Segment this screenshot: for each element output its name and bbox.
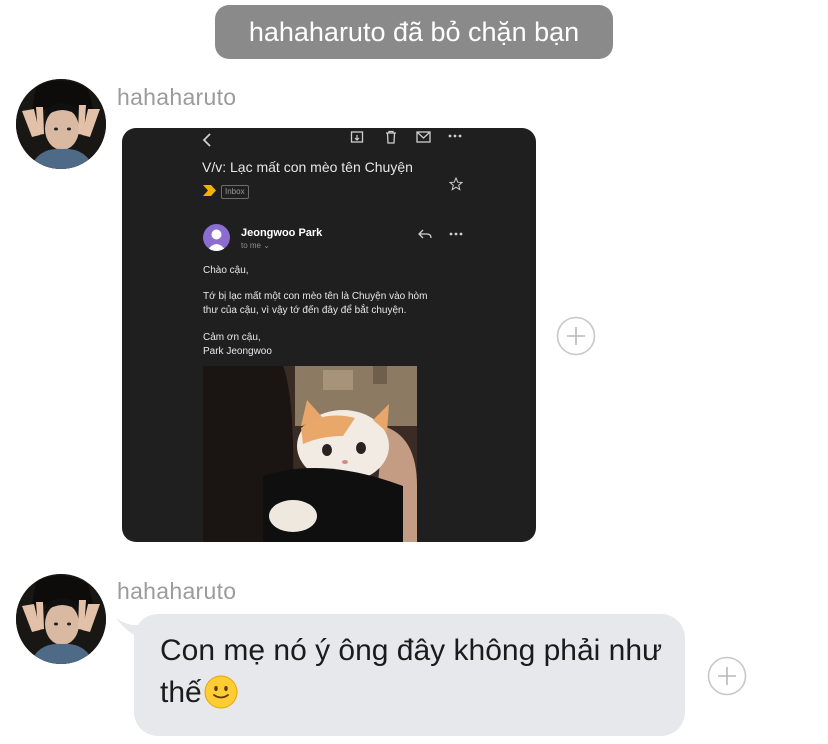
email-subject: V/v: Lạc mất con mèo tên Chuyện bbox=[202, 159, 413, 175]
cat-image bbox=[203, 366, 417, 542]
system-notice: hahaharuto đã bỏ chặn bạn bbox=[215, 5, 613, 59]
sender-avatar[interactable] bbox=[16, 79, 106, 169]
star-icon bbox=[449, 177, 463, 191]
inbox-label: Inbox bbox=[221, 185, 249, 199]
email-from: Jeongwoo Park bbox=[241, 227, 323, 239]
more-icon bbox=[448, 134, 462, 138]
back-icon bbox=[202, 133, 211, 147]
archive-icon bbox=[350, 131, 364, 143]
avatar-photo bbox=[16, 574, 106, 664]
email-to: to me ⌄ bbox=[241, 241, 270, 250]
mail-icon bbox=[416, 131, 431, 143]
add-reaction-button[interactable] bbox=[556, 316, 596, 356]
email-body-line: Park Jeongwoo bbox=[203, 346, 272, 357]
slightly-smiling-face-icon bbox=[204, 675, 238, 709]
reply-icon bbox=[418, 229, 432, 239]
email-body-line: Cảm ơn cậu, bbox=[203, 332, 261, 343]
sender-name: hahaharuto bbox=[117, 578, 237, 604]
person-icon bbox=[207, 229, 226, 251]
sender-avatar[interactable] bbox=[16, 574, 106, 664]
email-screenshot-image[interactable]: V/v: Lạc mất con mèo tên Chuyện Inbox Je… bbox=[122, 128, 536, 542]
more-icon bbox=[449, 232, 463, 236]
trash-icon bbox=[386, 130, 396, 144]
email-body-line: thư của cậu, vì vậy tớ đến đây để bắt ch… bbox=[203, 305, 407, 316]
email-body-line: Chào cậu, bbox=[203, 265, 249, 276]
add-reaction-button[interactable] bbox=[707, 656, 747, 696]
cat-photo bbox=[203, 366, 417, 542]
sender-name: hahaharuto bbox=[117, 84, 237, 110]
email-body-line: Tớ bị lạc mất một con mèo tên là Chuyện … bbox=[203, 291, 428, 302]
avatar-photo bbox=[16, 79, 106, 169]
message-text: Con mẹ nó ý ông đây không phải như thế bbox=[160, 630, 670, 714]
email-sender-avatar bbox=[203, 224, 230, 251]
important-marker-icon bbox=[203, 185, 216, 196]
